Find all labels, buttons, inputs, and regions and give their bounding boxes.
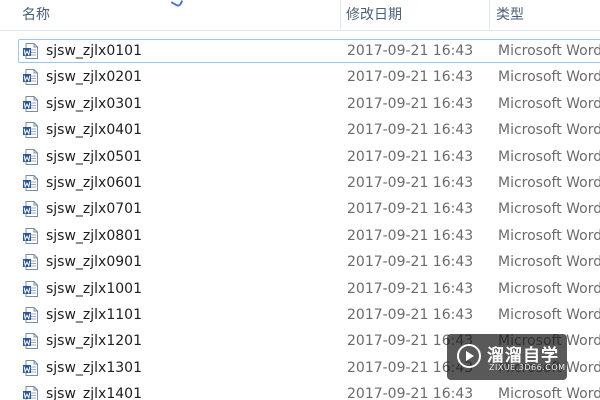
word-document-icon[interactable] bbox=[22, 95, 40, 113]
file-type: Microsoft Word bbox=[498, 254, 600, 271]
file-name[interactable]: sjsw_zjlx0101 bbox=[46, 38, 142, 64]
file-name[interactable]: sjsw_zjlx1001 bbox=[46, 276, 142, 302]
file-type: Microsoft Word bbox=[498, 227, 600, 244]
file-name[interactable]: sjsw_zjlx0701 bbox=[46, 196, 142, 222]
file-name[interactable]: sjsw_zjlx0501 bbox=[46, 144, 142, 170]
file-modified-date: 2017-09-21 16:43 bbox=[347, 69, 474, 86]
column-header-bar: 名称 修改日期 类型 bbox=[0, 0, 600, 31]
file-type: Microsoft Word bbox=[498, 122, 600, 139]
play-logo-icon bbox=[457, 344, 481, 368]
word-document-icon[interactable] bbox=[22, 359, 40, 377]
word-document-icon[interactable] bbox=[22, 200, 40, 218]
watermark-subtitle: ZIXUE.3D66.COM bbox=[489, 363, 566, 372]
file-modified-date: 2017-09-21 16:43 bbox=[347, 280, 474, 297]
file-row[interactable]: sjsw_zjlx0301 2017-09-21 16:43 Microsoft W… bbox=[0, 91, 600, 117]
file-row[interactable]: sjsw_zjlx0801 2017-09-21 16:43 Microsoft W… bbox=[0, 223, 600, 249]
file-modified-date: 2017-09-21 16:43 bbox=[347, 386, 474, 400]
file-modified-date: 2017-09-21 16:43 bbox=[347, 306, 474, 323]
word-document-icon[interactable] bbox=[22, 253, 40, 271]
file-name[interactable]: sjsw_zjlx0601 bbox=[46, 170, 142, 196]
file-name[interactable]: sjsw_zjlx0401 bbox=[46, 117, 142, 143]
file-row[interactable]: sjsw_zjlx1401 2017-09-21 16:43 Microsoft W… bbox=[0, 381, 600, 400]
column-header-type[interactable]: 类型 bbox=[490, 0, 600, 30]
file-row[interactable]: sjsw_zjlx0701 2017-09-21 16:43 Microsoft W… bbox=[0, 196, 600, 222]
file-name[interactable]: sjsw_zjlx0301 bbox=[46, 91, 142, 117]
file-modified-date: 2017-09-21 16:43 bbox=[347, 95, 474, 112]
file-name[interactable]: sjsw_zjlx0201 bbox=[46, 64, 142, 90]
file-modified-date: 2017-09-21 16:43 bbox=[347, 122, 474, 139]
word-document-icon[interactable] bbox=[22, 174, 40, 192]
word-document-icon[interactable] bbox=[22, 42, 40, 60]
word-document-icon[interactable] bbox=[22, 306, 40, 324]
watermark-logo: 溜溜自学 ZIXUE.3D66.COM bbox=[447, 334, 567, 380]
file-name[interactable]: sjsw_zjlx0901 bbox=[46, 249, 142, 275]
file-type: Microsoft Word bbox=[498, 280, 600, 297]
file-name[interactable]: sjsw_zjlx1101 bbox=[46, 302, 142, 328]
file-row[interactable]: sjsw_zjlx0101 2017-09-21 16:43 Microsoft W… bbox=[0, 38, 600, 64]
file-row[interactable]: sjsw_zjlx0401 2017-09-21 16:43 Microsoft W… bbox=[0, 117, 600, 143]
word-document-icon[interactable] bbox=[22, 385, 40, 400]
word-document-icon[interactable] bbox=[22, 148, 40, 166]
file-type: Microsoft Word bbox=[498, 306, 600, 323]
column-header-date[interactable]: 修改日期 bbox=[340, 0, 488, 30]
file-type: Microsoft Word bbox=[498, 43, 600, 59]
file-row[interactable]: sjsw_zjlx1101 2017-09-21 16:43 Microsoft W… bbox=[0, 302, 600, 328]
file-name[interactable]: sjsw_zjlx1301 bbox=[46, 355, 142, 381]
file-row[interactable]: sjsw_zjlx0201 2017-09-21 16:43 Microsoft W… bbox=[0, 64, 600, 90]
file-modified-date: 2017-09-21 16:43 bbox=[347, 148, 474, 165]
file-modified-date: 2017-09-21 16:43 bbox=[347, 174, 474, 191]
file-modified-date: 2017-09-21 16:43 bbox=[347, 201, 474, 218]
file-type: Microsoft Word bbox=[498, 174, 600, 191]
file-type: Microsoft Word bbox=[498, 95, 600, 112]
file-row[interactable]: sjsw_zjlx0501 2017-09-21 16:43 Microsoft W… bbox=[0, 144, 600, 170]
file-modified-date: 2017-09-21 16:43 bbox=[347, 43, 474, 59]
file-name[interactable]: sjsw_zjlx1401 bbox=[46, 381, 142, 400]
file-modified-date: 2017-09-21 16:43 bbox=[347, 227, 474, 244]
file-type: Microsoft Word bbox=[498, 148, 600, 165]
file-modified-date: 2017-09-21 16:43 bbox=[347, 254, 474, 271]
file-row[interactable]: sjsw_zjlx1001 2017-09-21 16:43 Microsoft W… bbox=[0, 276, 600, 302]
column-header-name[interactable]: 名称 bbox=[16, 0, 340, 30]
word-document-icon[interactable] bbox=[22, 280, 40, 298]
file-type: Microsoft Word bbox=[498, 386, 600, 400]
file-name[interactable]: sjsw_zjlx0801 bbox=[46, 223, 142, 249]
word-document-icon[interactable] bbox=[22, 68, 40, 86]
file-row[interactable]: sjsw_zjlx0601 2017-09-21 16:43 Microsoft W… bbox=[0, 170, 600, 196]
word-document-icon[interactable] bbox=[22, 227, 40, 245]
file-row[interactable]: sjsw_zjlx0901 2017-09-21 16:43 Microsoft W… bbox=[0, 249, 600, 275]
file-explorer-window: 名称 修改日期 类型 sjsw_zjlx0101 2017-09-21 16:43… bbox=[0, 0, 600, 400]
file-type: Microsoft Word bbox=[498, 69, 600, 86]
word-document-icon[interactable] bbox=[22, 121, 40, 139]
word-document-icon[interactable] bbox=[22, 332, 40, 350]
file-type: Microsoft Word bbox=[498, 201, 600, 218]
file-name[interactable]: sjsw_zjlx1201 bbox=[46, 328, 142, 354]
